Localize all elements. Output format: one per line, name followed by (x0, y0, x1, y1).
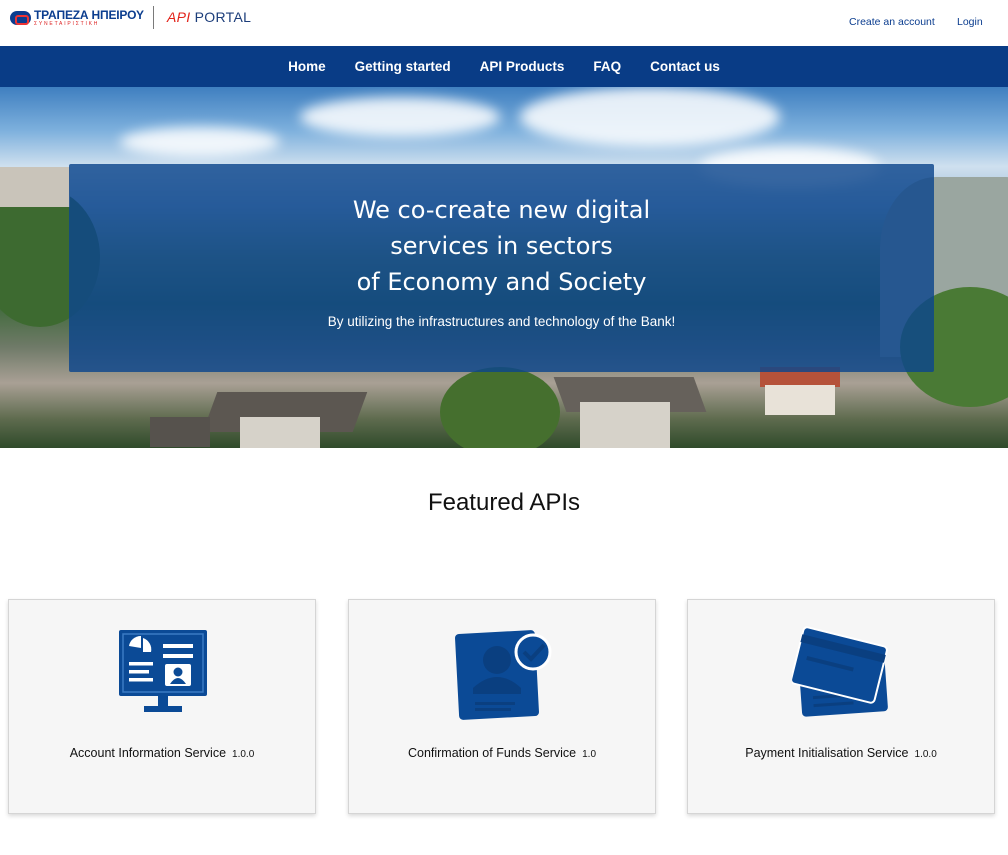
nav-getting-started[interactable]: Getting started (340, 59, 465, 74)
featured-apis-title: Featured APIs (427, 489, 581, 516)
create-account-link[interactable]: Create an account (849, 16, 935, 28)
bank-logo[interactable]: ΤΡΑΠΕΖΑ ΗΠΕΙΡΟΥ ΣΥΝΕΤΑΙΡΙΣΤΙΚΗ (10, 9, 144, 27)
nav-contact-us[interactable]: Contact us (636, 59, 735, 74)
hero-title-line-1: We co-create new digital (352, 196, 651, 224)
hero-banner: We co-create new digital services in sec… (0, 87, 1008, 448)
main-nav: Home Getting started API Products FAQ Co… (0, 46, 1008, 87)
credit-cards-icon (792, 626, 888, 717)
api-card-name: Payment Initialisation Service (745, 746, 909, 760)
hero-title-line-2: services in sectors (390, 232, 613, 260)
api-card-label: Account Information Service 1.0.0 (9, 746, 315, 760)
api-portal-logo[interactable]: API PORTAL (167, 9, 251, 25)
api-card-confirmation-of-funds[interactable]: Confirmation of Funds Service 1.0 (348, 599, 656, 814)
verified-user-card-icon (455, 630, 552, 720)
api-card-payment-initialisation[interactable]: Payment Initialisation Service 1.0.0 (687, 599, 995, 814)
bank-name: ΤΡΑΠΕΖΑ ΗΠΕΙΡΟΥ (34, 8, 144, 22)
hero-panel: We co-create new digital services in sec… (69, 164, 934, 372)
monitor-profile-icon (119, 630, 207, 712)
api-card-name: Confirmation of Funds Service (407, 746, 577, 760)
api-card-label: Confirmation of Funds Service 1.0 (349, 746, 655, 760)
logo-divider (153, 6, 154, 29)
api-card-version: 1.0.0 (914, 749, 937, 760)
nav-api-products[interactable]: API Products (465, 59, 579, 74)
portal-api-text: API (167, 9, 191, 25)
api-card-version: 1.0 (582, 749, 597, 760)
hero-title-line-3: of Economy and Society (356, 268, 647, 296)
top-header: ΤΡΑΠΕΖΑ ΗΠΕΙΡΟΥ ΣΥΝΕΤΑΙΡΙΣΤΙΚΗ API PORTA… (0, 0, 1008, 46)
bank-logo-icon (10, 11, 31, 25)
hero-subtitle: By utilizing the infrastructures and tec… (327, 314, 676, 329)
login-link[interactable]: Login (957, 16, 983, 28)
portal-name-text: PORTAL (190, 9, 252, 25)
nav-faq[interactable]: FAQ (579, 59, 636, 74)
api-card-label: Payment Initialisation Service 1.0.0 (688, 746, 994, 760)
api-card-account-information[interactable]: Account Information Service 1.0.0 (8, 599, 316, 814)
api-card-name: Account Information Service (69, 746, 227, 760)
nav-home[interactable]: Home (274, 59, 341, 74)
api-card-version: 1.0.0 (232, 749, 255, 760)
bank-subtitle: ΣΥΝΕΤΑΙΡΙΣΤΙΚΗ (34, 21, 100, 27)
hero-title: We co-create new digital services in sec… (69, 192, 934, 300)
